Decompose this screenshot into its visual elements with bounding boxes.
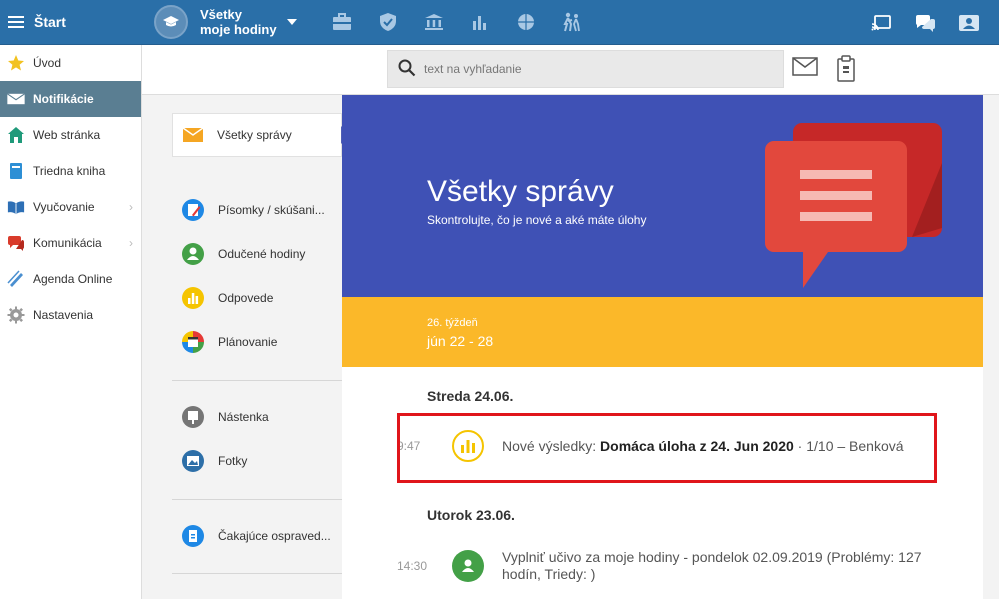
chevron-right-icon: › (129, 200, 133, 214)
home-icon (7, 126, 25, 144)
top-bar: Štart Všetky moje hodiny (0, 0, 999, 45)
search-row (142, 45, 999, 95)
highlight-box (397, 413, 937, 483)
sidebar: Úvod Notifikácie Web stránka Triedna kni… (0, 45, 142, 599)
week-range: jún 22 - 28 (427, 333, 494, 349)
basketball-icon[interactable] (503, 0, 549, 45)
sidebar-item-uvod[interactable]: Úvod (0, 45, 141, 81)
photo-icon (182, 450, 204, 472)
star-icon (7, 54, 25, 72)
sidebar-item-label: Nastavenia (33, 308, 94, 322)
filter-photos[interactable]: Fotky (172, 439, 342, 483)
divider (172, 573, 342, 574)
filter-all-messages[interactable]: Všetky správy (172, 113, 350, 157)
page-subtitle: Skontrolujte, čo je nové a aké máte úloh… (427, 213, 647, 227)
person-icon (452, 550, 484, 582)
filter-taught-lessons[interactable]: Odučené hodiny (172, 232, 342, 276)
filter-label: Čakajúce ospraved... (218, 529, 331, 543)
notification-time: 14:30 (397, 559, 428, 573)
envelope-icon (7, 90, 25, 108)
notifications-panel: Všetky správy Skontrolujte, čo je nové a… (342, 95, 983, 599)
sidebar-item-label: Úvod (33, 56, 62, 70)
search-box[interactable] (387, 50, 784, 88)
sidebar-item-label: Vyučovanie (33, 200, 95, 214)
week-number: 26. týždeň (427, 317, 478, 329)
divider (172, 499, 342, 500)
people-walking-icon[interactable] (549, 0, 595, 45)
sidebar-item-label: Triedna kniha (33, 164, 106, 178)
noticeboard-icon (182, 406, 204, 428)
bar-chart-icon (182, 287, 204, 309)
school-name-line2: moje hodiny (200, 22, 277, 37)
sidebar-item-komunikacia[interactable]: Komunikácia › (0, 225, 141, 261)
page-title: Všetky správy (427, 175, 614, 208)
chevron-right-icon: › (129, 236, 133, 250)
pen-icon (7, 270, 25, 288)
school-name-line1: Všetky (200, 7, 242, 22)
day-header: Utorok 23.06. (427, 507, 515, 523)
shield-icon[interactable] (365, 0, 411, 45)
sidebar-item-label: Komunikácia (33, 236, 102, 250)
sidebar-item-web-stranka[interactable]: Web stránka (0, 117, 141, 153)
clipboard-icon (182, 525, 204, 547)
filter-label: Odučené hodiny (218, 247, 306, 261)
clipboard-icon[interactable] (836, 55, 858, 83)
filter-label: Nástenka (218, 410, 269, 424)
notification-filter-list: Všetky správy Písomky / skúšani... Oduče… (142, 95, 350, 599)
chat-icon (7, 234, 25, 252)
day-header: Streda 24.06. (427, 388, 514, 404)
school-selector[interactable]: Všetky moje hodiny (154, 5, 297, 39)
filter-label: Odpovede (218, 291, 274, 305)
open-book-icon (7, 198, 25, 216)
module-icons (319, 0, 595, 45)
filter-answers[interactable]: Odpovede (172, 276, 342, 320)
cast-icon[interactable] (859, 0, 903, 45)
envelope-icon (183, 128, 203, 142)
bank-icon[interactable] (411, 0, 457, 45)
filter-planning[interactable]: Plánovanie (172, 320, 342, 364)
bar-chart-icon[interactable] (457, 0, 503, 45)
sidebar-item-label: Notifikácie (33, 92, 94, 106)
filter-pending-excuses[interactable]: Čakajúce ospraved... (172, 514, 342, 558)
divider (172, 380, 342, 381)
sidebar-item-triedna-kniha[interactable]: Triedna kniha (0, 153, 141, 189)
filter-tests[interactable]: Písomky / skúšani... (172, 188, 342, 232)
sidebar-item-agenda-online[interactable]: Agenda Online (0, 261, 141, 297)
sidebar-item-notifikacie[interactable]: Notifikácie (0, 81, 141, 117)
person-icon (182, 243, 204, 265)
filter-label: Všetky správy (217, 128, 292, 142)
filter-label: Plánovanie (218, 335, 278, 349)
sidebar-item-vyucovanie[interactable]: Vyučovanie › (0, 189, 141, 225)
sidebar-item-label: Web stránka (33, 128, 101, 142)
chat-bubbles-illustration-icon (765, 123, 942, 288)
right-edge (983, 95, 999, 599)
week-banner: 26. týždeň jún 22 - 28 (342, 297, 983, 367)
filter-label: Písomky / skúšani... (218, 203, 325, 217)
sidebar-item-label: Agenda Online (33, 272, 113, 286)
hero-banner: Všetky správy Skontrolujte, čo je nové a… (342, 95, 983, 297)
sidebar-item-nastavenia[interactable]: Nastavenia (0, 297, 141, 333)
chevron-down-icon (286, 19, 297, 25)
start-menu-button[interactable]: Štart (0, 0, 142, 45)
search-icon (398, 59, 416, 80)
mail-icon[interactable] (792, 57, 818, 79)
filter-label: Fotky (218, 454, 248, 468)
user-profile-icon[interactable] (947, 0, 991, 45)
notification-item[interactable]: 14:30 Vyplniť učivo za moje hodiny - pon… (397, 549, 937, 583)
notification-text: Vyplniť učivo za moje hodiny - pondelok … (502, 549, 922, 582)
calendar-icon (182, 331, 204, 353)
test-pencil-icon (182, 199, 204, 221)
gear-icon (7, 306, 25, 324)
start-label: Štart (34, 14, 66, 30)
book-icon (7, 162, 25, 180)
briefcase-icon[interactable] (319, 0, 365, 45)
search-input[interactable] (424, 62, 764, 76)
filter-noticeboard[interactable]: Nástenka (172, 395, 342, 439)
graduation-cap-icon (154, 5, 188, 39)
chat-bubbles-icon[interactable] (903, 0, 947, 45)
hamburger-icon (8, 16, 24, 28)
